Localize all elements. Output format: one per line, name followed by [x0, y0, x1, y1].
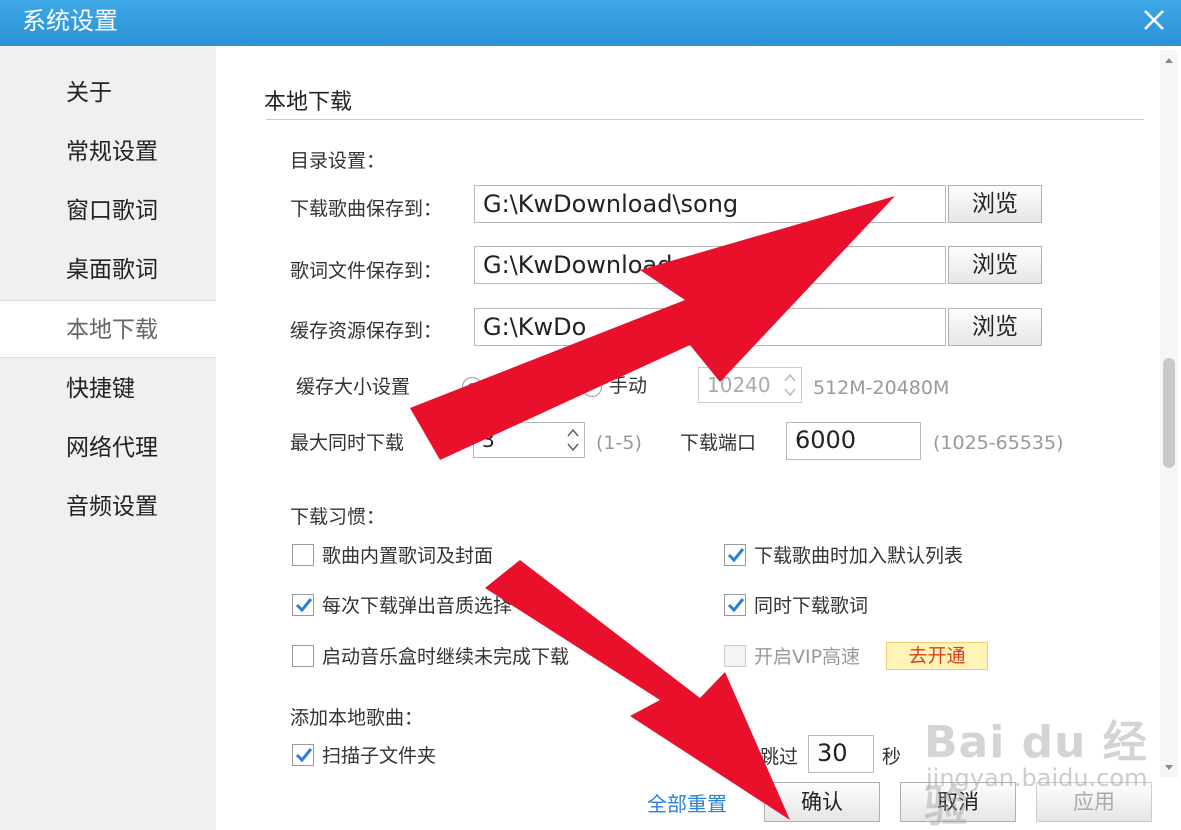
vip-activate-button[interactable]: 去开通	[886, 642, 988, 670]
sidebar-item-about[interactable]: 关于	[0, 64, 216, 122]
embed-lyrics-label: 歌曲内置歌词及封面	[322, 545, 494, 567]
sidebar-item-audio[interactable]: 音频设置	[0, 478, 216, 536]
cache-path-label: 缓存资源保存到：	[290, 320, 443, 342]
port-label: 下载端口	[680, 432, 757, 454]
spinner-arrows-icon	[567, 428, 579, 452]
port-input[interactable]: 6000	[786, 422, 921, 460]
cache-size-label: 缓存大小设置	[296, 376, 411, 398]
window-title: 系统设置	[22, 7, 118, 35]
quality-popup-label: 每次下载弹出音质选择	[322, 595, 513, 617]
scan-subfolders-label: 扫描子文件夹	[322, 745, 437, 767]
skip-unit-label: 秒	[882, 746, 902, 768]
directory-heading: 目录设置：	[290, 150, 386, 172]
checkmark-icon	[295, 748, 313, 763]
embed-lyrics-checkbox[interactable]	[292, 544, 314, 566]
resume-on-start-label: 启动音乐盒时继续未完成下载	[322, 646, 570, 668]
skip-seconds-input[interactable]: 30	[808, 735, 874, 773]
close-icon	[1144, 10, 1164, 30]
scan-subfolders-checkbox[interactable]	[292, 744, 314, 766]
title-bar: 系统设置	[0, 0, 1181, 46]
confirm-button[interactable]: 确认	[764, 782, 880, 822]
checkmark-icon	[295, 598, 313, 613]
sidebar-item-proxy[interactable]: 网络代理	[0, 419, 216, 477]
section-divider	[266, 119, 1144, 120]
max-download-label: 最大同时下载	[290, 432, 405, 454]
sidebar-item-desktop-lyrics[interactable]: 桌面歌词	[0, 241, 216, 299]
add-default-list-label: 下载歌曲时加入默认列表	[754, 545, 964, 567]
browse-song-button[interactable]: 浏览	[948, 185, 1042, 223]
cache-path-end: mp	[705, 313, 744, 341]
sidebar: 关于 常规设置 窗口歌词 桌面歌词 本地下载 快捷键 网络代理 音频设置	[0, 46, 216, 830]
settings-panel: 本地下载 目录设置： 下载歌曲保存到： G:\KwDownload\song 浏…	[216, 46, 1181, 830]
add-default-list-checkbox[interactable]	[724, 544, 746, 566]
browse-lyric-button[interactable]: 浏览	[948, 246, 1042, 284]
cache-auto-radio[interactable]	[462, 377, 482, 397]
cache-size-stepper[interactable]: 10240	[698, 367, 802, 403]
sidebar-item-general[interactable]: 常规设置	[0, 123, 216, 181]
close-button[interactable]	[1137, 3, 1171, 37]
cache-manual-radio[interactable]	[582, 377, 602, 397]
local-songs-heading: 添加本地歌曲：	[290, 707, 424, 729]
checkmark-icon	[727, 548, 745, 563]
sidebar-item-local-download[interactable]: 本地下载	[0, 300, 216, 358]
section-title: 本地下载	[264, 90, 353, 115]
baidu-watermark-url: jingyan.baidu.com	[926, 764, 1148, 792]
sidebar-item-shortcuts[interactable]: 快捷键	[0, 360, 216, 418]
checkmark-icon	[727, 598, 745, 613]
lyric-path-input[interactable]: G:\KwDownload	[474, 246, 946, 284]
scroll-up-icon	[1165, 58, 1173, 63]
song-path-label: 下载歌曲保存到：	[290, 198, 443, 220]
reset-all-link[interactable]: 全部重置	[647, 788, 727, 817]
max-download-range: (1-5)	[596, 432, 642, 454]
spinner-arrows-icon	[784, 373, 796, 397]
port-range: (1025-65535)	[933, 432, 1064, 454]
vip-speed-label: 开启VIP高速	[754, 646, 861, 668]
max-download-stepper[interactable]: 3	[473, 422, 585, 458]
cache-size-value: 10240	[707, 373, 771, 397]
habits-heading: 下载习惯：	[290, 506, 386, 528]
download-lyrics-checkbox[interactable]	[724, 594, 746, 616]
cache-path-input[interactable]: G:\KwDo mp	[474, 308, 946, 346]
download-lyrics-label: 同时下载歌词	[754, 595, 869, 617]
cache-size-range: 512M-20480M	[813, 377, 950, 399]
cache-path-start: G:\KwDo	[483, 313, 587, 341]
cache-manual-label: 手动	[609, 375, 648, 397]
lyric-path-label: 歌词文件保存到：	[290, 260, 443, 282]
browse-cache-button[interactable]: 浏览	[948, 308, 1042, 346]
quality-popup-checkbox[interactable]	[292, 594, 314, 616]
song-path-input[interactable]: G:\KwDownload\song	[474, 185, 946, 223]
sidebar-item-window-lyrics[interactable]: 窗口歌词	[0, 182, 216, 240]
max-download-value: 3	[482, 428, 495, 452]
resume-on-start-checkbox[interactable]	[292, 645, 314, 667]
scrollbar-thumb[interactable]	[1163, 358, 1175, 468]
skip-label: 跳过	[760, 746, 799, 768]
vip-speed-checkbox[interactable]	[724, 645, 746, 667]
